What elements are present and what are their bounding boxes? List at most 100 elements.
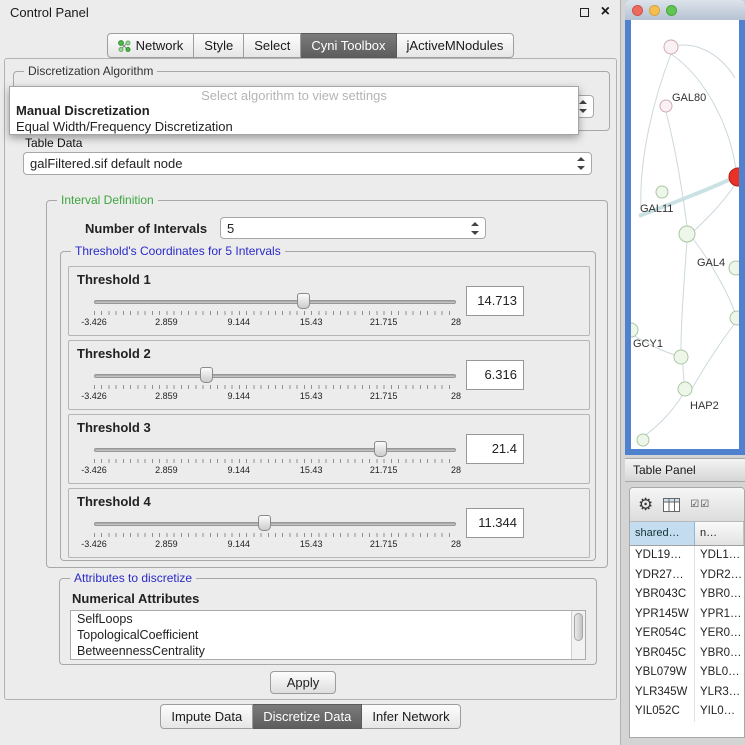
slider-handle[interactable] [200, 367, 213, 383]
table-cell[interactable]: YLR345W [630, 683, 695, 703]
table-header: shared… n… [630, 522, 744, 546]
threshold-4-slider[interactable]: -3.426 2.859 9.144 15.43 21.715 28 [94, 513, 456, 555]
network-node[interactable] [729, 261, 739, 275]
tab-impute-data[interactable]: Impute Data [160, 704, 253, 729]
network-node[interactable] [656, 186, 668, 198]
scale-label: 21.715 [370, 465, 398, 475]
table-cell[interactable]: YBR043C [630, 585, 695, 605]
network-canvas[interactable]: GAL80 GAL11 GAL4 GCY1 HAP2 [631, 20, 739, 449]
list-scrollbar[interactable] [571, 611, 585, 659]
table-row[interactable]: YER054C YER0… [630, 624, 744, 644]
mac-minimize-icon[interactable] [649, 5, 660, 16]
attributes-list[interactable]: SelfLoops TopologicalCoefficient Between… [70, 610, 586, 660]
table-cell[interactable]: YDL19… [630, 546, 695, 566]
table-cell[interactable]: YPR145W [630, 605, 695, 625]
column-header-name[interactable]: n… [695, 522, 744, 545]
slider-scale: -3.426 2.859 9.144 15.43 21.715 28 [94, 465, 456, 477]
table-cell[interactable]: YIL0… [695, 702, 744, 722]
node-label-gcy1: GCY1 [633, 338, 663, 350]
scale-label: 15.43 [300, 391, 323, 401]
scale-label: 21.715 [370, 391, 398, 401]
table-cell[interactable]: YBL079W [630, 663, 695, 683]
threshold-3-slider[interactable]: -3.426 2.859 9.144 15.43 21.715 28 [94, 439, 456, 481]
network-tab-icon [118, 40, 131, 52]
table-row[interactable]: YIL052C YIL0… [630, 702, 744, 722]
apply-button[interactable]: Apply [270, 671, 336, 694]
column-header-shared-name[interactable]: shared… [630, 522, 695, 545]
columns-icon[interactable] [663, 498, 680, 512]
network-node[interactable] [664, 40, 678, 54]
table-data-combobox[interactable]: galFiltered.sif default node [23, 152, 592, 175]
table-cell[interactable]: YBR0… [695, 585, 744, 605]
network-node[interactable] [637, 434, 649, 446]
list-item-selfloops[interactable]: SelfLoops [71, 611, 585, 627]
table-row[interactable]: YPR145W YPR1… [630, 605, 744, 625]
scale-label: 15.43 [300, 465, 323, 475]
table-row[interactable]: YLR345W YLR3… [630, 683, 744, 703]
table-cell[interactable]: YLR3… [695, 683, 744, 703]
table-cell[interactable]: YDR2… [695, 566, 744, 586]
table-row[interactable]: YBL079W YBL0… [630, 663, 744, 683]
network-node[interactable] [678, 382, 692, 396]
network-node[interactable] [660, 100, 672, 112]
table-row[interactable]: YBR043C YBR0… [630, 585, 744, 605]
list-item-betweennesscentrality[interactable]: BetweennessCentrality [71, 643, 585, 659]
close-icon[interactable]: × [601, 6, 610, 18]
threshold-2-value-field[interactable]: 6.316 [466, 360, 524, 390]
scale-label: 2.859 [155, 539, 178, 549]
threshold-4-value-field[interactable]: 11.344 [466, 508, 524, 538]
mac-zoom-icon[interactable] [666, 5, 677, 16]
scale-label: 28 [451, 391, 461, 401]
slider-handle[interactable] [374, 441, 387, 457]
select-columns-checkbox-icon[interactable]: ☑☑ [690, 499, 710, 510]
scrollbar-thumb[interactable] [574, 613, 583, 641]
scale-label: 2.859 [155, 391, 178, 401]
table-cell[interactable]: YPR1… [695, 605, 744, 625]
table-cell[interactable]: YBR045C [630, 644, 695, 664]
tab-style[interactable]: Style [194, 33, 244, 58]
tab-cyni-toolbox[interactable]: Cyni Toolbox [301, 33, 396, 58]
scale-label: -3.426 [81, 391, 107, 401]
tab-label-jactivemnodules: jActiveMNodules [407, 38, 504, 53]
num-intervals-combobox[interactable]: 5 [220, 217, 486, 239]
network-node[interactable] [674, 350, 688, 364]
threshold-3-value-field[interactable]: 21.4 [466, 434, 524, 464]
list-item-topologicalcoefficient[interactable]: TopologicalCoefficient [71, 627, 585, 643]
table-cell[interactable]: YDL1… [695, 546, 744, 566]
network-node[interactable] [679, 226, 695, 242]
table-row[interactable]: YDL19… YDL1… [630, 546, 744, 566]
scale-label: 2.859 [155, 465, 178, 475]
slider-handle[interactable] [297, 293, 310, 309]
table-cell[interactable]: YER0… [695, 624, 744, 644]
table-cell[interactable]: YER054C [630, 624, 695, 644]
tab-select[interactable]: Select [244, 33, 301, 58]
tab-jactivemnodules[interactable]: jActiveMNodules [397, 33, 515, 58]
mac-close-icon[interactable] [632, 5, 643, 16]
table-row[interactable]: YDR27… YDR2… [630, 566, 744, 586]
threshold-1-value-field[interactable]: 14.713 [466, 286, 524, 316]
combo-arrows-icon [471, 222, 479, 235]
table-toolbar: ⚙ ☑☑ [630, 488, 744, 522]
gear-icon[interactable]: ⚙ [638, 496, 653, 513]
table-row[interactable]: YBR045C YBR0… [630, 644, 744, 664]
table-cell[interactable]: YIL052C [630, 702, 695, 722]
slider-ticks [94, 459, 456, 463]
tab-infer-network[interactable]: Infer Network [362, 704, 460, 729]
tab-network[interactable]: Network [107, 33, 195, 58]
network-node[interactable] [730, 311, 739, 325]
table-cell[interactable]: YBR0… [695, 644, 744, 664]
threshold-1-slider[interactable]: -3.426 2.859 9.144 15.43 21.715 28 [94, 291, 456, 333]
threshold-panel-1: Threshold 1 -3.426 2.859 9.144 15.43 21.… [68, 266, 590, 336]
network-node[interactable] [631, 323, 638, 337]
table-cell[interactable]: YBL0… [695, 663, 744, 683]
slider-ticks [94, 533, 456, 537]
float-window-icon[interactable] [580, 8, 589, 17]
dropdown-option-equal-width-frequency[interactable]: Equal Width/Frequency Discretization [10, 119, 578, 135]
table-cell[interactable]: YDR27… [630, 566, 695, 586]
threshold-panel-4: Threshold 4 -3.426 2.859 9.144 15.43 21.… [68, 488, 590, 558]
dropdown-option-manual-discretization[interactable]: Manual Discretization [10, 103, 578, 119]
tab-discretize-data[interactable]: Discretize Data [253, 704, 362, 729]
threshold-2-slider[interactable]: -3.426 2.859 9.144 15.43 21.715 28 [94, 365, 456, 407]
network-node-selected[interactable] [729, 168, 739, 186]
slider-handle[interactable] [258, 515, 271, 531]
